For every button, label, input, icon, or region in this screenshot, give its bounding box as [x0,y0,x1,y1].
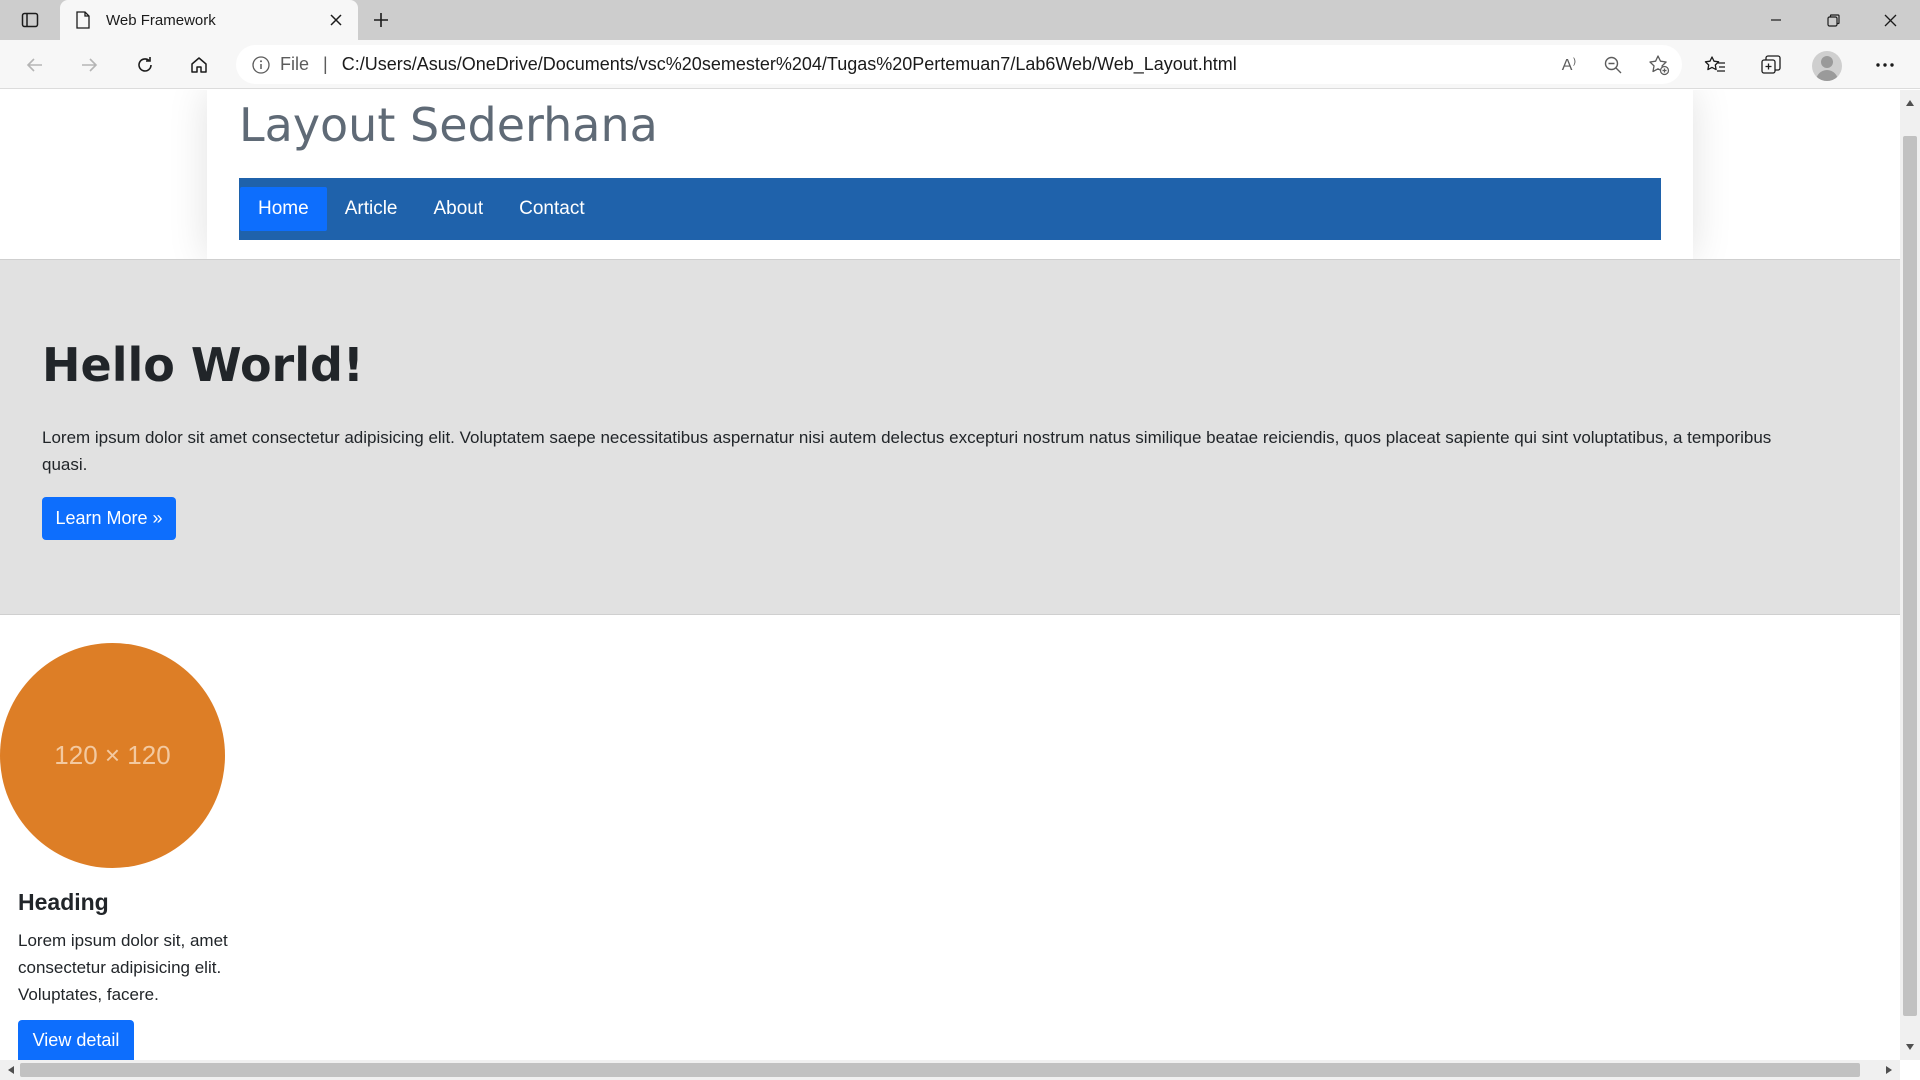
tab-actions-icon[interactable] [12,6,48,34]
scroll-down-icon[interactable] [1901,1038,1919,1056]
hero-text: Lorem ipsum dolor sit amet consectetur a… [42,428,1772,474]
tab-title: Web Framework [106,11,216,29]
address-scheme-label: File [280,54,310,74]
site-title: Layout Sederhana [239,98,658,152]
more-icon[interactable] [1866,46,1904,84]
info-icon[interactable] [250,54,272,76]
home-icon[interactable] [180,46,218,84]
card-text: Lorem ipsum dolor sit, amet consectetur … [18,931,228,1004]
nav-item-article[interactable]: Article [327,187,416,231]
add-favorite-icon[interactable] [1644,51,1674,79]
feature-card: 120 × 120 Heading Lorem ipsum dolor sit,… [0,615,300,1060]
refresh-icon[interactable] [126,46,164,84]
page-icon [74,9,92,31]
navbar: Home Article About Contact [239,178,1661,240]
nav-item-contact[interactable]: Contact [501,187,602,231]
learn-more-button[interactable]: Learn More » [42,497,176,540]
favorites-icon[interactable] [1696,46,1734,84]
vertical-scroll-thumb[interactable] [1903,136,1917,1016]
vertical-scrollbar[interactable] [1900,90,1920,1060]
avatar[interactable] [1812,51,1842,81]
nav-item-about[interactable]: About [415,187,501,231]
read-aloud-icon[interactable]: A⁾ [1554,51,1584,79]
scroll-left-icon[interactable] [2,1061,20,1079]
collections-icon[interactable] [1752,46,1790,84]
horizontal-scroll-thumb[interactable] [20,1063,1860,1077]
address-separator: | [323,54,328,74]
hero-title: Hello World! [42,338,364,392]
close-window-icon[interactable] [1862,0,1918,40]
back-arrow-icon[interactable] [16,46,54,84]
restore-icon[interactable] [1805,0,1861,40]
page-viewport: Layout Sederhana Home Article About Cont… [0,90,1900,1060]
scroll-right-icon[interactable] [1880,1061,1898,1079]
forward-arrow-icon[interactable] [70,46,108,84]
zoom-out-icon[interactable] [1598,51,1628,79]
tab-strip: Web Framework [0,0,1920,40]
address-bar[interactable]: File | C:/Users/Asus/OneDrive/Documents/… [236,45,1682,84]
card-heading: Heading [18,889,109,915]
browser-toolbar: File | C:/Users/Asus/OneDrive/Documents/… [0,40,1920,89]
plus-icon[interactable] [364,4,398,36]
nav-item-home[interactable]: Home [240,187,327,231]
scroll-up-icon[interactable] [1901,94,1919,112]
minimize-icon[interactable] [1748,0,1804,40]
placeholder-image: 120 × 120 [0,643,225,868]
horizontal-scrollbar[interactable] [0,1060,1900,1080]
close-icon[interactable] [320,4,352,36]
browser-tab[interactable]: Web Framework [60,0,358,40]
hero-section: Hello World! Lorem ipsum dolor sit amet … [0,259,1900,615]
site-header: Layout Sederhana Home Article About Cont… [207,90,1693,259]
view-detail-button[interactable]: View detail [18,1020,134,1060]
address-url[interactable]: C:/Users/Asus/OneDrive/Documents/vsc%20s… [342,54,1237,75]
